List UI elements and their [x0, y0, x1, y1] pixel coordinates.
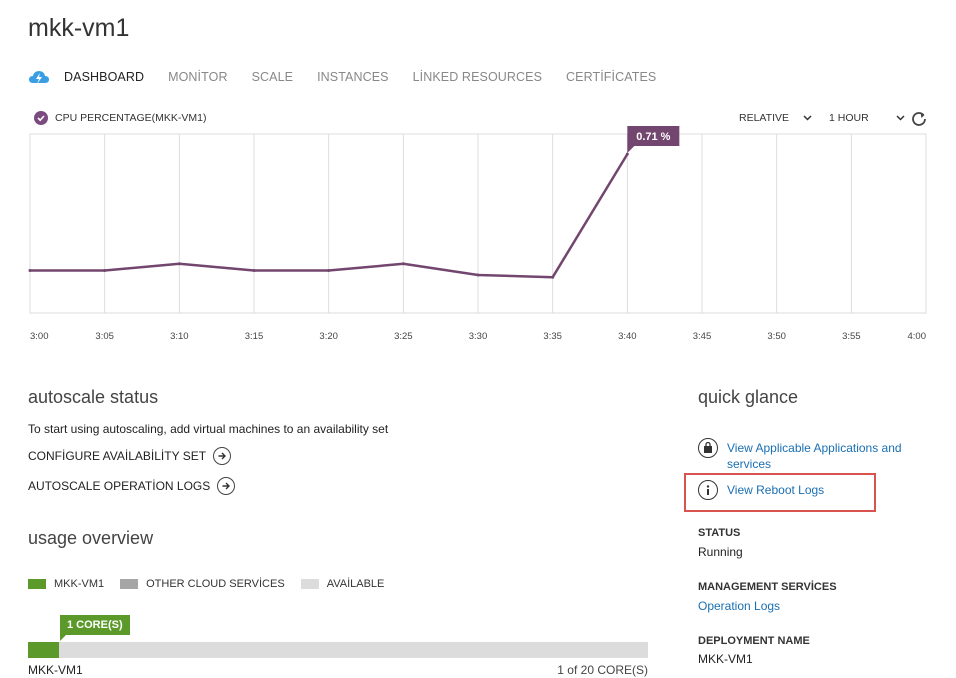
- management-services-label: MANAGEMENT SERVİCES: [698, 581, 837, 593]
- legend-item: AVAİLABLE: [300, 578, 385, 590]
- info-icon: [698, 480, 718, 500]
- quick-glance-title: quick glance: [698, 387, 799, 407]
- top-nav: DASHBOARD MONİTOR SCALE INSTANCES LİNKED…: [28, 66, 680, 88]
- x-tick-label: 3:30: [469, 331, 488, 342]
- usage-total-text: of 20 CORE(S): [563, 663, 648, 677]
- usage-callout: 1 CORE(S): [60, 615, 130, 635]
- x-tick-label: 3:15: [245, 331, 264, 342]
- x-tick-label: 3:50: [767, 331, 786, 342]
- legend-label: AVAİLABLE: [326, 578, 385, 590]
- usage-count: 1 of 20 CORE(S): [557, 663, 648, 677]
- data-point: [401, 262, 405, 266]
- tab-instances[interactable]: INSTANCES: [317, 70, 389, 84]
- view-reboot-logs-link[interactable]: View Reboot Logs: [698, 480, 824, 500]
- data-point: [252, 268, 256, 272]
- legend-label: MKK-VM1: [54, 578, 105, 590]
- arrow-right-icon: [213, 447, 232, 465]
- relative-select-value: RELATIVE: [739, 112, 789, 124]
- checkmark-icon: [34, 111, 48, 125]
- cloud-service-icon: [28, 67, 52, 87]
- usage-used-count: 1: [557, 663, 564, 677]
- x-tick-label: 3:25: [394, 331, 413, 342]
- autoscale-operation-logs-button[interactable]: AUTOSCALE OPERATİON LOGS: [28, 477, 236, 495]
- tab-certificates[interactable]: CERTİFİCATES: [566, 70, 656, 84]
- view-applicable-apps-label: View Applicable Applications and service…: [727, 441, 902, 471]
- x-tick-label: 3:45: [693, 331, 712, 342]
- x-tick-label: 3:20: [319, 331, 338, 342]
- tab-scale[interactable]: SCALE: [252, 70, 294, 84]
- legend-item: MKK-VM1: [28, 578, 104, 590]
- metric-toggle[interactable]: CPU PERCENTAGE(MKK-VM1): [34, 111, 207, 125]
- relative-select[interactable]: RELATIVE: [739, 112, 812, 124]
- configure-availability-set-label: CONFİGURE AVAİLABİLİTY SET: [28, 449, 207, 463]
- data-point: [177, 262, 181, 266]
- x-tick-label: 3:00: [30, 331, 49, 342]
- x-tick-label: 3:40: [618, 331, 637, 342]
- metric-label: CPU PERCENTAGE(MKK-VM1): [55, 112, 207, 124]
- time-range-value: 1 HOUR: [829, 112, 869, 124]
- value-callout-label: 0.71 %: [636, 131, 670, 143]
- usage-name: MKK-VM1: [28, 663, 83, 677]
- data-point: [103, 268, 107, 272]
- operation-logs-link[interactable]: Operation Logs: [698, 598, 780, 614]
- data-point: [327, 268, 331, 272]
- x-tick-label: 3:10: [170, 331, 189, 342]
- view-reboot-logs-label: View Reboot Logs: [727, 483, 825, 497]
- value-callout-tail: [627, 146, 635, 153]
- usage-legend: MKK-VM1 OTHER CLOUD SERVİCES AVAİLABLE: [28, 578, 384, 590]
- tab-linked-resources[interactable]: LİNKED RESOURCES: [413, 70, 542, 84]
- view-applicable-apps-link[interactable]: View Applicable Applications and service…: [698, 438, 918, 472]
- autoscale-title: autoscale status: [28, 387, 159, 407]
- chevron-down-icon: [803, 112, 812, 124]
- usage-callout-tail: [60, 635, 66, 641]
- status-value: Running: [698, 545, 743, 559]
- cpu-chart: 3:00 3:05 3:10 3:15 3:20 3:25 3:30 3:35 3:40 3:45…: [28, 126, 927, 342]
- tab-dashboard[interactable]: DASHBOARD: [64, 70, 144, 84]
- data-point: [28, 268, 32, 272]
- x-tick-label: 3:05: [95, 331, 114, 342]
- tab-monitor[interactable]: MONİTOR: [168, 70, 228, 84]
- usage-overview-title: usage overview: [28, 528, 154, 548]
- bag-icon: [698, 438, 718, 458]
- data-point: [551, 275, 555, 279]
- x-tick-label: 3:55: [842, 331, 861, 342]
- x-tick-label: 4:00: [908, 331, 927, 342]
- autoscale-operation-logs-label: AUTOSCALE OPERATİON LOGS: [28, 479, 211, 493]
- status-label: STATUS: [698, 527, 741, 539]
- x-tick-label: 3:35: [543, 331, 562, 342]
- arrow-right-icon: [217, 477, 236, 495]
- data-point: [625, 152, 629, 156]
- configure-availability-set-button[interactable]: CONFİGURE AVAİLABİLİTY SET: [28, 447, 232, 465]
- autoscale-description: To start using autoscaling, add virtual …: [28, 422, 389, 436]
- legend-swatch: [300, 579, 319, 589]
- legend-label: OTHER CLOUD SERVİCES: [146, 578, 285, 590]
- legend-swatch: [28, 579, 46, 589]
- time-range-select[interactable]: 1 HOUR: [829, 112, 905, 124]
- legend-item: OTHER CLOUD SERVİCES: [120, 578, 285, 590]
- data-point: [476, 273, 480, 277]
- deployment-name-value: MKK-VM1: [698, 652, 753, 666]
- chevron-down-icon: [896, 112, 905, 124]
- usage-bar-fill: [28, 642, 59, 658]
- usage-bar: [28, 642, 648, 658]
- page-title: mkk-vm1: [28, 14, 130, 42]
- deployment-name-label: DEPLOYMENT NAME: [698, 635, 810, 647]
- legend-swatch: [120, 579, 139, 589]
